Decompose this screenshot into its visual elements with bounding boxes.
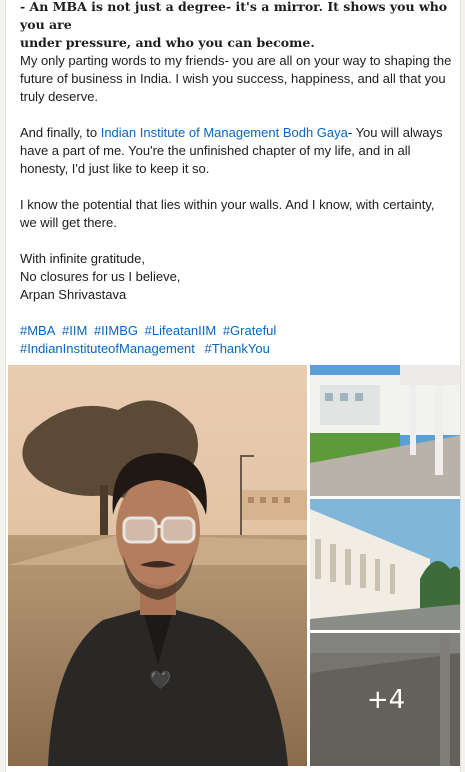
hashtag-link[interactable]: #LifeatanIIM [145, 323, 217, 338]
post-card: - An MBA is not just a degree- it's a mi… [5, 0, 461, 772]
more-images-overlay[interactable]: +4 [310, 633, 460, 766]
hashtag-list: #MBA #IIM #IIMBG #LifeatanIIM #Grateful … [20, 322, 456, 358]
post-paragraph-1: My only parting words to my friends- you… [20, 52, 452, 106]
post-image-more[interactable]: +4 [310, 633, 460, 766]
quote-line-2: under pressure, and who you can become. [20, 35, 315, 50]
signoff-line-1: With infinite gratitude, [20, 251, 146, 266]
company-mention-link[interactable]: Indian Institute of Management Bodh Gaya [101, 125, 348, 140]
paragraph-prefix: And finally, to [20, 125, 101, 140]
post-signoff: With infinite gratitude, No closures for… [20, 250, 452, 304]
hashtag-link[interactable]: #MBA [20, 323, 55, 338]
hashtag-link[interactable]: #IIMBG [94, 323, 138, 338]
hashtag-link[interactable]: #ThankYou [205, 341, 270, 356]
signoff-line-2: No closures for us I believe, [20, 269, 181, 284]
post-paragraph-2: And finally, to Indian Institute of Mana… [20, 124, 452, 178]
paragraph-text: I know the potential that lies within yo… [20, 197, 435, 230]
post-paragraph-3: I know the potential that lies within yo… [20, 196, 452, 232]
post-image-corridor[interactable] [310, 365, 460, 496]
hashtag-link[interactable]: #Grateful [223, 323, 276, 338]
author-name: Arpan Shrivastava [20, 287, 127, 302]
hashtag-link[interactable]: #IndianInstituteofManagement [20, 341, 195, 356]
post-quote: - An MBA is not just a degree- it's a mi… [20, 0, 452, 52]
more-images-count: +4 [366, 684, 406, 715]
quote-line-1: - An MBA is not just a degree- it's a mi… [20, 0, 448, 32]
post-image-selfie[interactable]: 🖤 [8, 365, 307, 766]
post-image-building[interactable] [310, 499, 460, 630]
paragraph-text: My only parting words to my friends- you… [20, 53, 452, 104]
hashtag-link[interactable]: #IIM [62, 323, 87, 338]
heart-emoji: 🖤 [149, 670, 172, 690]
